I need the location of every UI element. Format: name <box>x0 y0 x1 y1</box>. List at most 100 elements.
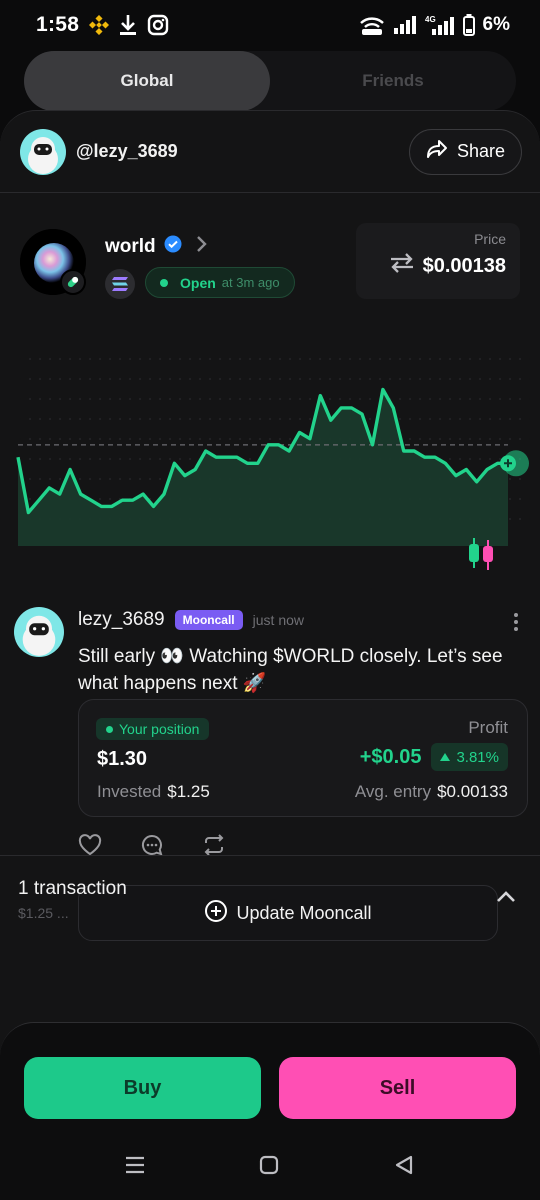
swap-icon <box>389 253 415 279</box>
grid-dot <box>79 398 81 400</box>
price-label: Price <box>474 231 506 247</box>
token-name-row[interactable]: world <box>105 233 212 261</box>
grid-dot <box>519 438 521 440</box>
menu-nav-icon[interactable] <box>124 1155 146 1180</box>
grid-dot <box>379 378 381 380</box>
instagram-icon <box>147 14 169 36</box>
comment-icon[interactable] <box>140 833 164 857</box>
triangle-up-icon <box>440 753 451 761</box>
grid-dot <box>99 498 101 500</box>
grid-dot <box>299 378 301 380</box>
grid-dot <box>99 378 101 380</box>
grid-dot <box>199 438 201 440</box>
grid-dot <box>59 418 61 420</box>
grid-dot <box>329 398 331 400</box>
signal-4g-icon: 4G <box>425 14 455 36</box>
grid-dot <box>439 378 441 380</box>
tab-friends[interactable]: Friends <box>270 51 516 111</box>
home-nav-icon[interactable] <box>259 1155 279 1180</box>
grid-dot <box>419 378 421 380</box>
grid-dot <box>469 378 471 380</box>
invested-label: Invested <box>97 782 162 801</box>
price-chart[interactable] <box>0 341 540 581</box>
profit-label: Profit <box>468 718 508 737</box>
mooncall-sheet: @lezy_3689 Share world Open at 3m ago Pr… <box>0 110 540 1110</box>
grid-dot <box>489 418 491 420</box>
grid-dot <box>79 438 81 440</box>
post-avatar[interactable] <box>14 607 64 657</box>
grid-dot <box>279 358 281 360</box>
opened-time: at 3m ago <box>221 275 280 290</box>
share-button[interactable]: Share <box>408 128 522 175</box>
grid-dot <box>229 378 231 380</box>
grid-dot <box>269 378 271 380</box>
grid-dot <box>279 418 281 420</box>
candles-icon[interactable] <box>466 536 496 577</box>
grid-dot <box>139 418 141 420</box>
grid-dot <box>159 378 161 380</box>
grid-dot <box>319 358 321 360</box>
invested-value: $1.25 <box>167 782 210 801</box>
heart-icon[interactable] <box>78 833 102 857</box>
avg-entry-label: Avg. entry <box>354 782 432 801</box>
grid-dot <box>179 458 181 460</box>
repost-icon[interactable] <box>202 833 226 857</box>
grid-dot <box>109 358 111 360</box>
grid-dot <box>479 458 481 460</box>
update-mooncall-button[interactable]: Update Mooncall <box>78 885 498 941</box>
transactions-title[interactable]: 1 transaction <box>18 878 127 900</box>
grid-dot <box>39 458 41 460</box>
post-username[interactable]: lezy_3689 <box>78 609 165 631</box>
more-icon[interactable] <box>514 613 518 631</box>
grid-dot <box>479 438 481 440</box>
grid-dot <box>469 438 471 440</box>
grid-dot <box>219 438 221 440</box>
system-nav-bar <box>0 1145 540 1185</box>
chevron-up-icon[interactable] <box>496 890 516 909</box>
grid-dot <box>49 478 51 480</box>
grid-dot <box>99 478 101 480</box>
svg-text:4G: 4G <box>425 15 436 24</box>
grid-dot <box>229 418 231 420</box>
grid-dot <box>109 418 111 420</box>
grid-dot <box>169 378 171 380</box>
sell-button[interactable]: Sell <box>279 1057 516 1119</box>
grid-dot <box>279 398 281 400</box>
buy-button[interactable]: Buy <box>24 1057 261 1119</box>
grid-dot <box>399 398 401 400</box>
grid-dot <box>329 378 331 380</box>
grid-dot <box>199 398 201 400</box>
grid-dot <box>179 398 181 400</box>
grid-dot <box>219 378 221 380</box>
share-icon <box>426 139 448 164</box>
grid-dot <box>59 458 61 460</box>
grid-dot <box>39 478 41 480</box>
grid-dot <box>359 358 361 360</box>
avatar[interactable] <box>20 128 66 175</box>
grid-dot <box>129 398 131 400</box>
grid-dot <box>359 398 361 400</box>
grid-dot <box>119 398 121 400</box>
grid-dot <box>159 478 161 480</box>
grid-dot <box>409 378 411 380</box>
grid-dot <box>169 398 171 400</box>
sheet-header: @lezy_3689 Share <box>0 111 540 193</box>
grid-dot <box>439 398 441 400</box>
grid-dot <box>29 478 31 480</box>
grid-dot <box>109 498 111 500</box>
signal-icon <box>393 15 417 35</box>
binance-icon <box>89 15 110 35</box>
username[interactable]: @lezy_3689 <box>76 141 178 162</box>
grid-dot <box>499 458 501 460</box>
back-nav-icon[interactable] <box>394 1155 414 1180</box>
grid-dot <box>189 358 191 360</box>
grid-dot <box>79 458 81 460</box>
grid-dot <box>79 378 81 380</box>
tab-global[interactable]: Global <box>24 51 270 111</box>
grid-dot <box>29 358 31 360</box>
grid-dot <box>79 358 81 360</box>
grid-dot <box>89 418 91 420</box>
grid-dot <box>29 398 31 400</box>
price-box[interactable]: Price $0.00138 <box>356 223 520 299</box>
grid-dot <box>519 378 521 380</box>
